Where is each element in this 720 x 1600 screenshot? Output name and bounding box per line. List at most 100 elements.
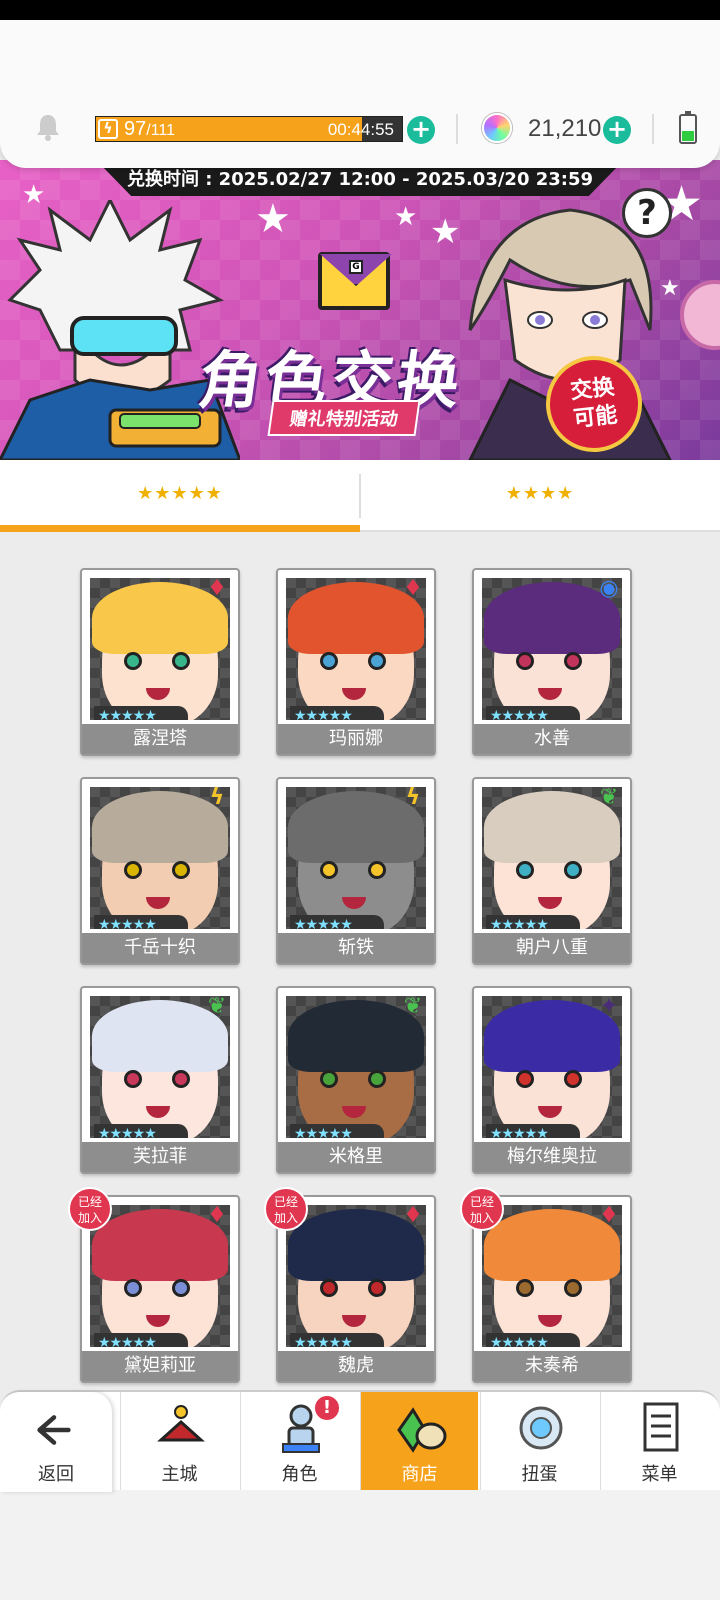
rarity-stars: ★★★★★ [290,1124,384,1138]
event-banner[interactable]: 兑换时间 : 2025.02/27 12:00 - 2025.03/20 23:… [0,160,720,460]
arrow-left-icon [37,1415,71,1445]
leaf-icon: ❦ [599,785,619,810]
gem-count: 21,210 [528,115,602,142]
rarity-stars: ★★★★★ [94,1333,188,1347]
system-bar [0,1490,720,1600]
character-eye [320,652,338,670]
character-eye [124,652,142,670]
character-eye [124,1070,142,1088]
top-header: ϟ 97/111 00:44:55 + 21,210 + [0,20,720,168]
nav-item-castle[interactable]: 主城 [120,1392,238,1492]
character-name: 露涅塔 [82,724,238,754]
help-button[interactable]: ? [622,188,672,238]
character-eye [368,652,386,670]
tab-five-star[interactable]: ★★★★★ [0,460,360,532]
nav-item-shop[interactable]: 商店 [360,1392,478,1492]
rarity-stars: ★★★★★ [290,706,384,720]
character-card[interactable]: ★★★★★ ♦ 黛妲莉亚 已经 加入 [68,1187,240,1383]
nav-item-gacha[interactable]: 扭蛋 [480,1392,598,1492]
rarity-stars: ★★★★★ [486,1333,580,1347]
star-decoration-icon: ★ [255,196,291,242]
gem-icon [482,113,512,143]
character-art-left [0,200,240,460]
character-card[interactable]: ★★★★★ ◉ 水善 [472,568,632,756]
rarity-tabs: ★★★★★ ★★★★ [0,460,720,532]
shop-icon [395,1400,447,1454]
bell-icon[interactable] [34,112,62,142]
character-card[interactable]: ★★★★★ ❦ 朝户八重 [472,777,632,965]
rarity-stars: ★★★★★ [486,1124,580,1138]
nav-item-menu[interactable]: 菜单 [600,1392,718,1492]
diamond-icon: ♦ [403,576,423,601]
character-eye [368,1070,386,1088]
stamina-value: 97/111 [124,118,176,140]
rarity-stars: ★★★★★ [486,706,580,720]
add-gems-button[interactable]: + [603,116,631,144]
character-name: 魏虎 [278,1351,434,1381]
character-card[interactable]: ★★★★★ ♦ 魏虎 已经 加入 [264,1187,436,1383]
character-card[interactable]: ★★★★★ ❦ 米格里 [276,986,436,1174]
character-eye [124,1279,142,1297]
character-name: 玛丽娜 [278,724,434,754]
character-eye [516,652,534,670]
character-card[interactable]: ★★★★★ ♦ 露涅塔 [80,568,240,756]
diamond-icon: ♦ [599,1203,619,1228]
status-bar [0,0,720,20]
rarity-stars: ★★★★★ [486,915,580,929]
stamina-timer: 00:44:55 [327,120,394,139]
character-card[interactable]: ★★★★★ ♦ 玛丽娜 [276,568,436,756]
character-eye [368,1279,386,1297]
leaf-icon: ❦ [207,994,227,1019]
divider [456,114,458,144]
character-eye [564,861,582,879]
rarity-stars: ★★★★★ [94,915,188,929]
character-eye [564,1070,582,1088]
back-label: 返回 [38,1464,74,1485]
character-name: 斩铁 [278,933,434,963]
character-name: 梅尔维奥拉 [474,1142,630,1172]
character-eye [172,1279,190,1297]
diamond-icon: ♦ [207,1203,227,1228]
character-name: 芙拉菲 [82,1142,238,1172]
rarity-stars: ★★★★★ [94,1124,188,1138]
character-eye [172,1070,190,1088]
sparkle-icon: ✦ [599,994,619,1019]
tab-four-star[interactable]: ★★★★ [360,460,720,532]
leaf-icon: ❦ [403,994,423,1019]
rarity-stars: ★★★★★ [290,1333,384,1347]
character-eye [516,861,534,879]
nav-label: 商店 [401,1464,438,1485]
divider [652,114,654,144]
event-subtitle: 赠礼特别活动 [267,400,421,436]
character-card[interactable]: ★★★★★ ♦ 未奏希 已经 加入 [460,1187,632,1383]
character-card[interactable]: ★★★★★ ❦ 芙拉菲 [80,986,240,1174]
alert-badge: ! [313,1394,341,1422]
character-eye [516,1070,534,1088]
nav-label: 菜单 [641,1464,678,1485]
character-card[interactable]: ★★★★★ ✦ 梅尔维奥拉 [472,986,632,1174]
rarity-stars: ★★★★★ [94,706,188,720]
star-decoration-icon: ★ [394,202,418,232]
add-stamina-button[interactable]: + [407,116,435,144]
nav-label: 主城 [161,1464,198,1485]
joined-badge: 已经 加入 [264,1187,308,1231]
character-eye [320,1070,338,1088]
nav-item-character[interactable]: 角色! [240,1392,358,1492]
joined-badge: 已经 加入 [460,1187,504,1231]
lightning-icon: ϟ [405,785,421,810]
ring-icon: ◉ [599,576,619,601]
character-eye [320,861,338,879]
character-eye [124,861,142,879]
character-name: 水善 [474,724,630,754]
battery-icon [679,111,697,144]
character-card[interactable]: ★★★★★ ϟ 千岳十织 [80,777,240,965]
back-button[interactable]: 返回 [0,1392,112,1492]
nav-label: 扭蛋 [521,1464,558,1485]
gacha-icon [515,1400,567,1454]
castle-icon [155,1400,207,1454]
exchange-period: 兑换时间 : 2025.02/27 12:00 - 2025.03/20 23:… [100,164,620,196]
character-card[interactable]: ★★★★★ ϟ 斩铁 [276,777,436,965]
character-eye [368,861,386,879]
diamond-icon: ♦ [207,576,227,601]
character-eye [516,1279,534,1297]
